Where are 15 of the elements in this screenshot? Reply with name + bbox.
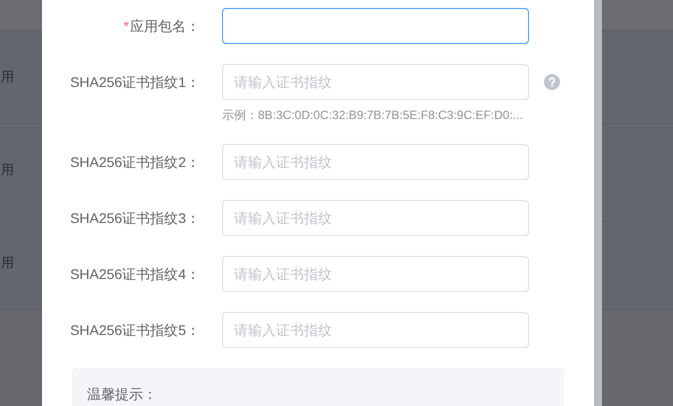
required-mark: * (124, 16, 129, 36)
field-label: 应用包名： (130, 16, 200, 36)
field-label: SHA256证书指纹1： (70, 72, 200, 92)
input-field[interactable] (222, 8, 529, 44)
table-cell-text: 用 (1, 161, 14, 180)
tip-title: 温馨提示： (87, 385, 157, 404)
field-label: SHA256证书指纹5： (70, 320, 200, 340)
field-label: SHA256证书指纹4： (70, 264, 200, 284)
field-label: SHA256证书指纹2： (70, 152, 200, 172)
table-header (602, 0, 673, 31)
table-cell-text: 用 (1, 254, 14, 272)
field-label: SHA256证书指纹3： (70, 208, 200, 228)
help-icon[interactable] (544, 74, 560, 90)
hint-text: 示例：8B:3C:0D:0C:32:B9:7B:7B:5E:F8:C3:9C:EF:D0:... (222, 107, 524, 124)
table-cell-text: 用 (1, 68, 14, 86)
